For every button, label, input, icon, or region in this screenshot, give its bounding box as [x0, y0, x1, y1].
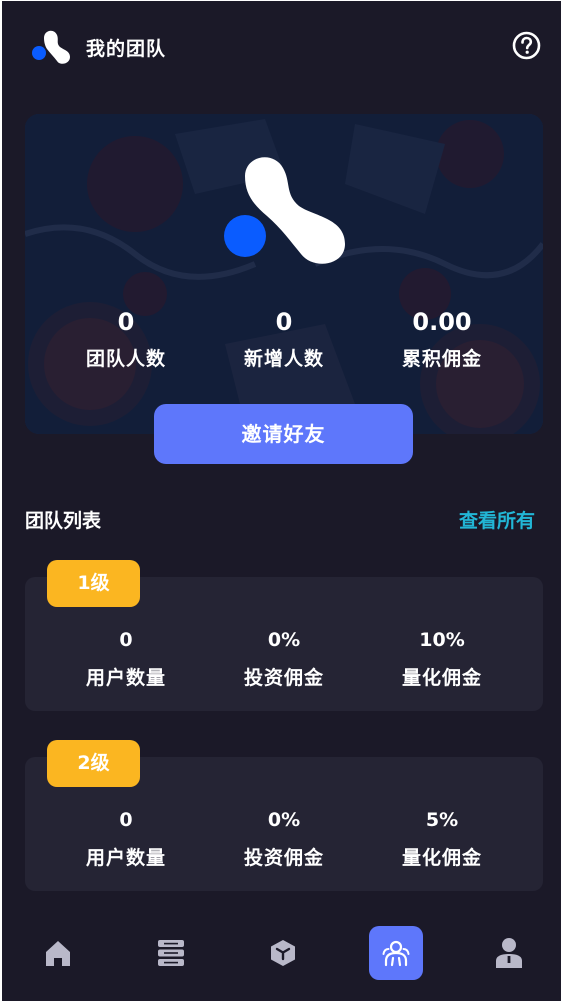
level-1-quant-commission-label: 量化佣金: [401, 667, 482, 689]
total-commission-stat: 0.00 累积佣金: [367, 306, 517, 371]
level-1-quant-commission-stat: 10% 量化佣金: [362, 627, 522, 690]
app-header: 我的团队: [0, 0, 563, 92]
level-2-users-label: 用户数量: [85, 847, 166, 869]
team-count-label: 团队人数: [85, 348, 166, 370]
total-commission-value: 0.00: [412, 308, 472, 336]
page-title: 我的团队: [86, 38, 167, 60]
level-2-quant-commission-value: 5%: [425, 809, 459, 831]
cube-icon: [271, 940, 295, 966]
level-1-invest-commission-label: 投资佣金: [243, 667, 324, 689]
level-1-users-stat: 0 用户数量: [46, 627, 206, 690]
level-2-badge: 2级: [47, 740, 140, 787]
brand-logo-icon: [32, 30, 70, 64]
level-1-quant-commission-value: 10%: [419, 629, 465, 651]
level-2-invest-commission-stat: 0% 投资佣金: [204, 807, 364, 870]
nav-team[interactable]: [369, 926, 423, 980]
level-2-users-stat: 0 用户数量: [46, 807, 206, 870]
nav-profile[interactable]: [482, 926, 536, 980]
level-1-badge: 1级: [47, 560, 140, 607]
level-2-users-value: 0: [119, 809, 133, 831]
nav-cube[interactable]: [256, 926, 310, 980]
invite-friends-button[interactable]: 邀请好友: [154, 404, 413, 464]
brand-logo-large-icon: [224, 157, 345, 264]
home-icon: [46, 941, 70, 966]
level-2-invest-commission-value: 0%: [267, 809, 301, 831]
new-members-value: 0: [275, 308, 293, 336]
bottom-nav: [0, 912, 563, 1001]
new-members-stat: 0 新增人数: [209, 306, 359, 371]
user-icon: [496, 938, 522, 968]
level-2-invest-commission-label: 投资佣金: [243, 847, 324, 869]
level-1-users-value: 0: [119, 629, 133, 651]
new-members-label: 新增人数: [243, 348, 324, 370]
nav-home[interactable]: [31, 926, 85, 980]
level-2-quant-commission-stat: 5% 量化佣金: [362, 807, 522, 870]
team-list-title: 团队列表: [25, 510, 102, 532]
team-summary-banner: 0 团队人数 0 新增人数 0.00 累积佣金: [25, 114, 543, 434]
level-1-invest-commission-value: 0%: [267, 629, 301, 651]
nav-server[interactable]: [144, 926, 198, 980]
team-icon: [382, 940, 410, 967]
level-1-invest-commission-stat: 0% 投资佣金: [204, 627, 364, 690]
team-count-stat: 0 团队人数: [51, 306, 201, 371]
total-commission-label: 累积佣金: [401, 348, 482, 370]
level-2-quant-commission-label: 量化佣金: [401, 847, 482, 869]
view-all-link[interactable]: 查看所有: [459, 506, 535, 533]
level-1-users-label: 用户数量: [85, 667, 166, 689]
server-icon: [158, 940, 184, 966]
help-circle-icon[interactable]: [512, 31, 541, 60]
team-count-value: 0: [117, 308, 135, 336]
